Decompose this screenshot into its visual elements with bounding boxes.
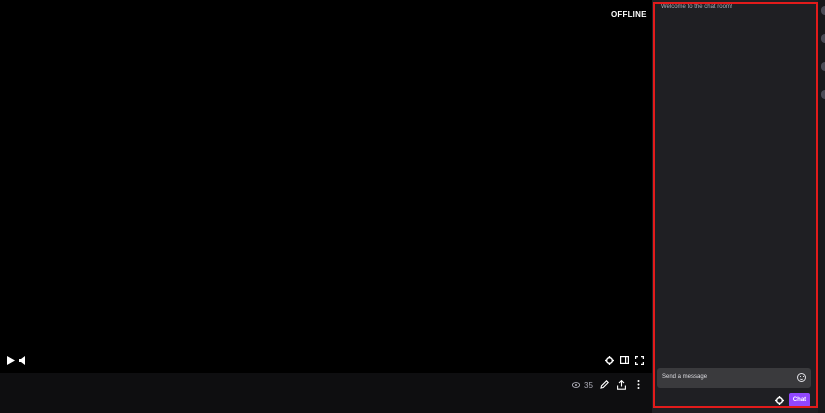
chat-panel	[652, 0, 818, 413]
rail-item[interactable]	[821, 90, 825, 99]
share-icon[interactable]	[616, 379, 626, 390]
chat-settings-gear-icon[interactable]	[774, 395, 784, 405]
offline-status: OFFLINE	[611, 10, 647, 19]
more-vertical-icon[interactable]	[634, 379, 642, 390]
pencil-icon[interactable]	[599, 379, 609, 390]
volume-icon[interactable]	[18, 355, 27, 365]
rail-item[interactable]	[821, 34, 825, 43]
eye-icon	[572, 382, 580, 388]
chat-message-input[interactable]: Send a message	[657, 368, 811, 388]
chat-welcome-message: Welcome to the chat room!	[661, 4, 733, 10]
emote-icon[interactable]	[797, 373, 806, 382]
stream-info-bar	[0, 373, 652, 413]
chat-input-placeholder: Send a message	[662, 374, 708, 380]
rail-item[interactable]	[821, 62, 825, 71]
gear-icon[interactable]	[604, 355, 614, 365]
fullscreen-icon[interactable]	[634, 355, 644, 365]
viewer-count-value: 35	[584, 380, 593, 390]
play-icon[interactable]	[6, 355, 15, 365]
rail-item[interactable]	[821, 6, 825, 15]
viewer-count: 35	[572, 380, 593, 390]
side-rail	[818, 0, 825, 413]
video-player[interactable]: OFFLINE	[0, 0, 652, 373]
chat-send-button[interactable]: Chat	[789, 393, 810, 407]
theatre-mode-icon[interactable]	[619, 355, 629, 365]
